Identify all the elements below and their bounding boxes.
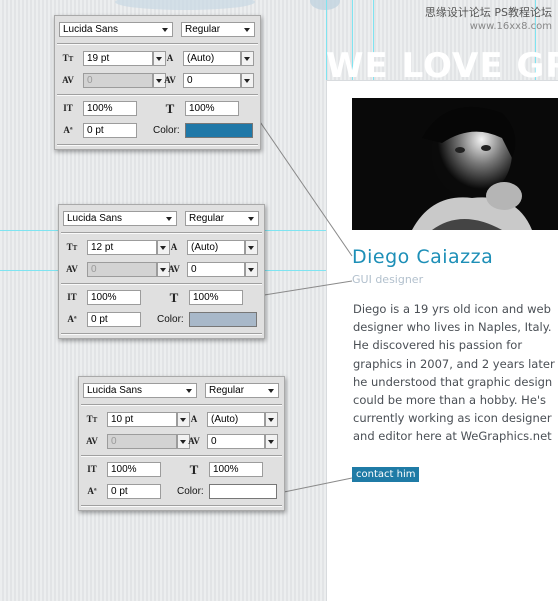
font-style-select[interactable]: Regular — [205, 383, 279, 398]
tracking-field[interactable]: 0 — [187, 262, 245, 277]
tracking-dropdown[interactable] — [241, 73, 254, 88]
divider — [61, 333, 262, 335]
vertical-scale-field[interactable]: 100% — [83, 101, 137, 116]
divider — [61, 232, 262, 234]
horizontal-scale-icon: T — [169, 290, 179, 305]
leading-field[interactable]: (Auto) — [183, 51, 241, 66]
leading-icon: A — [170, 242, 178, 252]
vertical-scale-icon: IT — [67, 292, 77, 302]
divider — [81, 404, 282, 406]
horizontal-scale-field[interactable]: 100% — [185, 101, 239, 116]
leading-dropdown[interactable] — [245, 240, 258, 255]
font-size-icon: TT — [66, 242, 78, 252]
leading-field[interactable]: (Auto) — [187, 240, 245, 255]
horizontal-scale-icon: T — [165, 101, 175, 116]
font-size-icon: TT — [86, 414, 98, 424]
font-size-field[interactable]: 19 pt — [83, 51, 153, 66]
leading-icon: A — [190, 414, 198, 424]
divider — [81, 455, 282, 457]
baseline-shift-field[interactable]: 0 pt — [83, 123, 137, 138]
tracking-icon: AV — [188, 436, 200, 446]
divider — [81, 505, 282, 507]
kerning-field[interactable]: 0 — [87, 262, 157, 277]
baseline-shift-field[interactable]: 0 pt — [87, 312, 141, 327]
kerning-field[interactable]: 0 — [83, 73, 153, 88]
kerning-icon: AV — [66, 264, 78, 274]
vertical-scale-icon: IT — [63, 103, 73, 113]
tracking-icon: AV — [168, 264, 180, 274]
tracking-dropdown[interactable] — [265, 434, 278, 449]
leading-field[interactable]: (Auto) — [207, 412, 265, 427]
kerning-field[interactable]: 0 — [107, 434, 177, 449]
baseline-shift-field[interactable]: 0 pt — [107, 484, 161, 499]
font-size-field[interactable]: 10 pt — [107, 412, 177, 427]
kerning-icon: AV — [62, 75, 74, 85]
vertical-scale-field[interactable]: 100% — [107, 462, 161, 477]
vertical-scale-icon: IT — [87, 464, 97, 474]
font-style-select[interactable]: Regular — [185, 211, 259, 226]
baseline-shift-icon: Aª — [63, 125, 73, 135]
kerning-icon: AV — [86, 436, 98, 446]
horizontal-scale-icon: T — [189, 462, 199, 477]
color-label: Color: — [177, 486, 204, 497]
divider — [61, 283, 262, 285]
font-family-select[interactable]: Lucida Sans — [59, 22, 173, 37]
character-panel: Lucida Sans Regular TT 12 pt A (Auto) AV… — [58, 204, 265, 339]
tracking-dropdown[interactable] — [245, 262, 258, 277]
color-swatch[interactable] — [185, 123, 253, 138]
tracking-field[interactable]: 0 — [207, 434, 265, 449]
vertical-scale-field[interactable]: 100% — [87, 290, 141, 305]
divider — [57, 94, 258, 96]
font-size-field[interactable]: 12 pt — [87, 240, 157, 255]
color-swatch[interactable] — [189, 312, 257, 327]
tracking-icon: AV — [164, 75, 176, 85]
divider — [57, 43, 258, 45]
horizontal-scale-field[interactable]: 100% — [189, 290, 243, 305]
leading-dropdown[interactable] — [241, 51, 254, 66]
character-panel: Lucida Sans Regular TT 19 pt A (Auto) AV… — [54, 15, 261, 150]
leading-dropdown[interactable] — [265, 412, 278, 427]
watermark: 思缘设计论坛 PS教程论坛 www.16xx8.com — [424, 6, 552, 32]
baseline-shift-icon: Aª — [87, 486, 97, 496]
divider — [57, 144, 258, 146]
font-family-select[interactable]: Lucida Sans — [63, 211, 177, 226]
font-style-select[interactable]: Regular — [181, 22, 255, 37]
character-panel: Lucida Sans Regular TT 10 pt A (Auto) AV… — [78, 376, 285, 511]
tracking-field[interactable]: 0 — [183, 73, 241, 88]
leading-icon: A — [166, 53, 174, 63]
font-size-icon: TT — [62, 53, 74, 63]
color-swatch[interactable] — [209, 484, 277, 499]
horizontal-scale-field[interactable]: 100% — [209, 462, 263, 477]
color-label: Color: — [153, 125, 180, 136]
font-family-select[interactable]: Lucida Sans — [83, 383, 197, 398]
color-label: Color: — [157, 314, 184, 325]
baseline-shift-icon: Aª — [67, 314, 77, 324]
